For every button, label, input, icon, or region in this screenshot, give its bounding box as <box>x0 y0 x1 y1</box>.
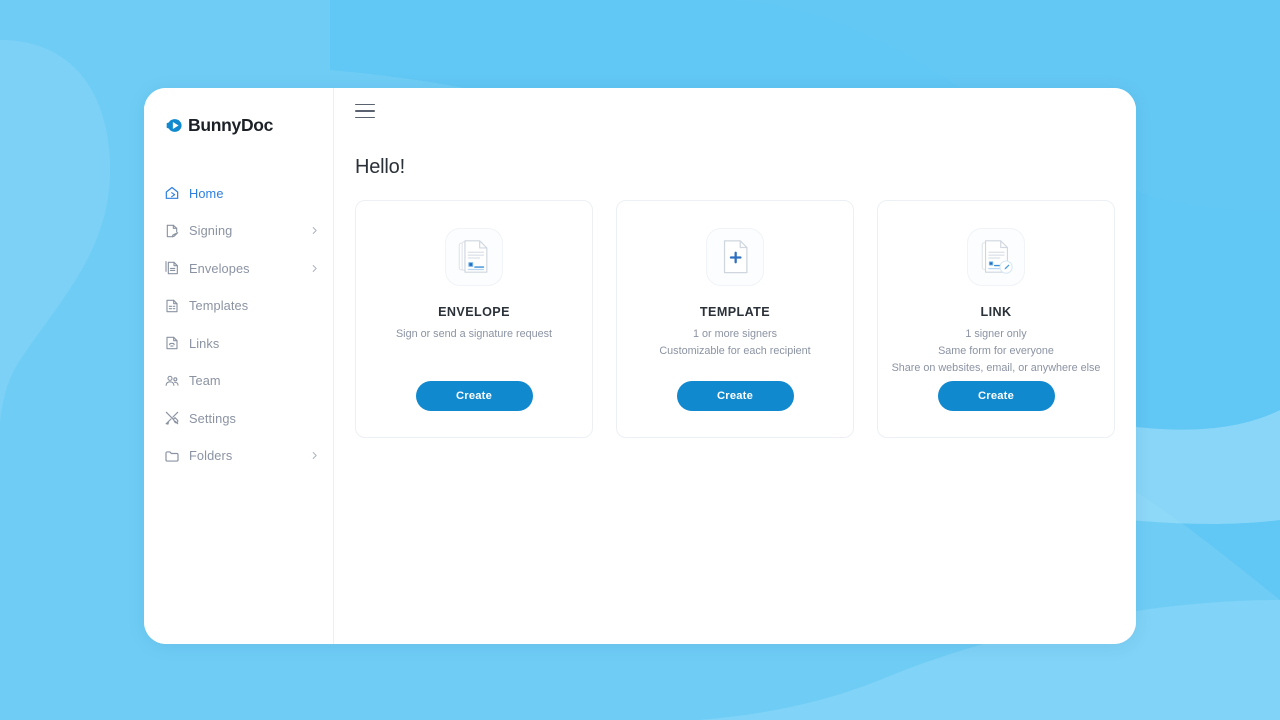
chevron-right-icon <box>312 227 317 234</box>
main-content: Hello! ENVELOPE Sign or send a signature… <box>334 88 1136 644</box>
sidebar: BunnyDoc Home Signing Envelopes Template… <box>144 88 334 644</box>
sidebar-item-label: Signing <box>189 223 233 238</box>
card-icon-container <box>706 228 764 286</box>
card-icon-container <box>445 228 503 286</box>
document-signature-icon <box>458 240 488 273</box>
folders-icon <box>165 450 179 462</box>
card-description-line: Same form for everyone <box>938 345 1054 357</box>
templates-icon <box>166 299 178 312</box>
app-window: BunnyDoc Home Signing Envelopes Template… <box>144 88 1136 644</box>
sidebar-item-label: Settings <box>189 410 237 426</box>
card-description: 1 signer only Same form for everyone Sha… <box>884 326 1109 377</box>
sidebar-item-folders[interactable]: Folders <box>144 441 333 471</box>
signing-icon <box>166 224 179 237</box>
home-icon <box>165 186 179 199</box>
document-plus-icon <box>723 240 748 274</box>
sidebar-item-home[interactable]: Home <box>144 178 333 208</box>
card-template[interactable]: TEMPLATE 1 or more signers Customizable … <box>616 200 854 438</box>
sidebar-item-team[interactable]: Team <box>144 366 333 396</box>
card-envelope[interactable]: ENVELOPE Sign or send a signature reques… <box>355 200 593 438</box>
top-bar <box>334 88 1136 134</box>
chevron-right-icon <box>312 452 317 459</box>
card-description-line: 1 signer only <box>965 328 1027 340</box>
sidebar-item-envelopes[interactable]: Envelopes <box>144 253 333 283</box>
card-title: TEMPLATE <box>699 305 771 319</box>
card-description: Sign or send a signature request <box>388 326 560 343</box>
sidebar-item-label: Envelopes <box>189 260 250 276</box>
sidebar-item-label: Team <box>189 373 221 388</box>
envelopes-icon <box>165 261 178 275</box>
sidebar-item-links[interactable]: Links <box>144 328 333 358</box>
create-envelope-button[interactable]: Create <box>415 381 533 411</box>
card-link[interactable]: LINK 1 signer only Same form for everyon… <box>877 200 1115 438</box>
sidebar-item-settings[interactable]: Settings <box>144 403 333 433</box>
card-description-line: Share on websites, email, or anywhere el… <box>891 362 1101 374</box>
sidebar-item-signing[interactable]: Signing <box>144 216 333 246</box>
card-icon-container <box>967 228 1025 286</box>
page-title: Hello! <box>355 156 405 178</box>
team-icon <box>165 375 179 386</box>
card-description: 1 or more signers Customizable for each … <box>651 326 818 360</box>
sidebar-item-label: Folders <box>189 448 233 463</box>
document-pen-badge-icon <box>981 240 1013 274</box>
hamburger-bar <box>355 110 375 112</box>
hamburger-bar <box>355 116 375 119</box>
create-link-button[interactable]: Create <box>937 381 1055 411</box>
create-options-grid: ENVELOPE Sign or send a signature reques… <box>355 200 1136 438</box>
sidebar-nav: Home Signing Envelopes Templates Links T… <box>144 178 333 471</box>
card-description-line: 1 or more signers <box>692 328 777 340</box>
page-background: BunnyDoc Home Signing Envelopes Template… <box>0 0 1280 720</box>
card-title: LINK <box>980 305 1012 319</box>
brand-logo[interactable]: BunnyDoc <box>144 112 333 138</box>
card-title: ENVELOPE <box>438 305 510 319</box>
bunnydoc-logo-icon <box>166 118 182 132</box>
chevron-right-icon <box>312 264 317 272</box>
card-description-line: Sign or send a signature request <box>395 328 553 340</box>
settings-icon <box>165 411 179 425</box>
sidebar-item-label: Home <box>189 185 224 201</box>
sidebar-item-label: Links <box>189 335 220 351</box>
sidebar-item-templates[interactable]: Templates <box>144 291 333 321</box>
links-icon <box>166 336 178 350</box>
card-description-line: Customizable for each recipient <box>659 345 811 357</box>
brand-name: BunnyDoc <box>188 114 274 135</box>
create-template-button[interactable]: Create <box>676 381 794 411</box>
hamburger-bar <box>355 103 375 106</box>
hamburger-menu-icon[interactable] <box>355 103 375 119</box>
sidebar-item-label: Templates <box>189 298 249 313</box>
